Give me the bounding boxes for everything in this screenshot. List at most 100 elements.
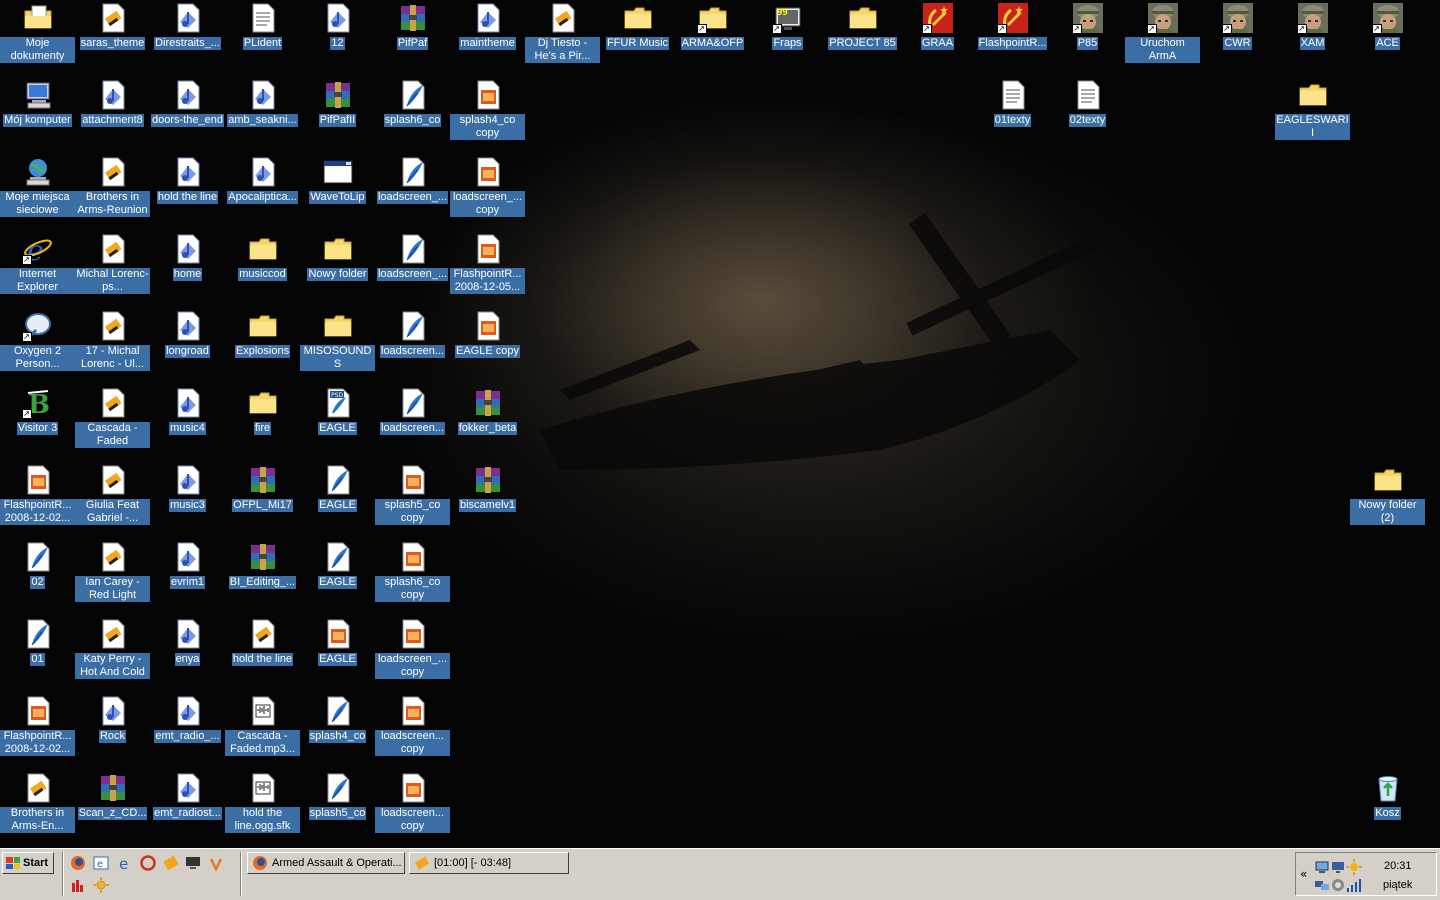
desktop-icon[interactable]: loadscreen... <box>375 308 450 382</box>
desktop-icon[interactable]: PifPaf <box>375 0 450 74</box>
chart-icon[interactable] <box>69 876 87 894</box>
desktop-icon[interactable]: FFUR Music <box>600 0 675 74</box>
desktop-icon[interactable]: home <box>150 231 225 305</box>
desktop-icon[interactable]: Michal Lorenc-ps... <box>75 231 150 305</box>
desktop-icon[interactable]: Brothers in Arms-En... <box>0 770 75 844</box>
desktop-icon[interactable]: splash6_co copy <box>375 539 450 613</box>
desktop-icon[interactable]: ↗ CWR <box>1200 0 1275 74</box>
desktop-icon[interactable]: saras_theme <box>75 0 150 74</box>
desktop-icon[interactable]: Katy Perry - Hot And Cold <box>75 616 150 690</box>
desktop-icon[interactable]: longroad <box>150 308 225 382</box>
desktop-icon[interactable]: attachment8 <box>75 77 150 151</box>
desktop-icon[interactable]: B ↗ Visitor 3 <box>0 385 75 459</box>
desktop-icon[interactable]: music4 <box>150 385 225 459</box>
desktop-icon[interactable]: EAGLE <box>300 539 375 613</box>
desktop-icon[interactable]: 02texty <box>1050 77 1125 151</box>
desktop-icon[interactable]: EAGLE copy <box>450 308 525 382</box>
security-icon[interactable] <box>1330 877 1346 893</box>
desktop-icon[interactable]: amb_seakni... <box>225 77 300 151</box>
desktop-icon[interactable]: loadscreen_... <box>375 154 450 228</box>
desktop-icon[interactable]: 99 ↗ Fraps <box>750 0 825 74</box>
desktop-icon[interactable]: ↗ Uruchom ArmA <box>1125 0 1200 74</box>
desktop-icon[interactable]: Mój komputer <box>0 77 75 151</box>
desktop-icon[interactable]: FlashpointR... 2008-12-05... <box>450 231 525 305</box>
desktop-icon[interactable]: PROJECT 85 <box>825 0 900 74</box>
desktop-icon[interactable]: 01 <box>0 616 75 690</box>
desktop-icon[interactable]: OFPL_Mi17 <box>225 462 300 536</box>
monitor-icon[interactable] <box>184 854 202 872</box>
desktop-icon[interactable]: PLident <box>225 0 300 74</box>
desktop-icon[interactable]: maintheme <box>450 0 525 74</box>
desktop-icon[interactable]: Cascada - Faded <box>75 385 150 459</box>
desktop-icon[interactable]: MISOSOUNDS <box>300 308 375 382</box>
network-icon[interactable] <box>1314 859 1330 875</box>
desktop-icon[interactable]: 17 - Michal Lorenc - Ul... <box>75 308 150 382</box>
display-icon[interactable] <box>1330 859 1346 875</box>
desktop-icon[interactable]: music3 <box>150 462 225 536</box>
desktop-icon[interactable]: PifPafII <box>300 77 375 151</box>
desktop-icon[interactable]: EAGLESWARII <box>1275 77 1350 151</box>
desktop-icon[interactable]: fire <box>225 385 300 459</box>
desktop-icon[interactable]: FlashpointR... 2008-12-02... <box>0 693 75 767</box>
signal-strength-icon[interactable] <box>1346 877 1362 893</box>
desktop-icon[interactable]: loadscreen... <box>375 385 450 459</box>
desktop-icon[interactable]: loadscreen_... copy <box>450 154 525 228</box>
desktop-icon[interactable]: fokker_beta <box>450 385 525 459</box>
desktop-icon[interactable]: ↗ Oxygen 2 Person... <box>0 308 75 382</box>
desktop-icon[interactable]: hold the line <box>225 616 300 690</box>
clock-time[interactable]: 20:31 <box>1384 860 1412 872</box>
desktop-icon[interactable]: loadscreen... copy <box>375 770 450 844</box>
start-button[interactable]: Start <box>2 852 54 874</box>
desktop-icon[interactable]: hold the line.ogg.sfk <box>225 770 300 844</box>
network-connections-icon[interactable] <box>1314 877 1330 893</box>
desktop-icon[interactable]: enya <box>150 616 225 690</box>
desktop-icon[interactable]: splash6_co <box>375 77 450 151</box>
ie-icon[interactable]: e <box>92 854 110 872</box>
desktop-icon[interactable]: splash5_co copy <box>375 462 450 536</box>
desktop-icon[interactable]: Giulia Feat Gabriel -... <box>75 462 150 536</box>
desktop-icon[interactable]: ↗ FlashpointR... <box>975 0 1050 74</box>
task-button-armed-assault[interactable]: Armed Assault & Operati... <box>247 852 405 874</box>
desktop[interactable]: Moje dokumenty saras_theme Direstraits_...… <box>0 0 1440 848</box>
desktop-icon[interactable]: Nowy folder <box>300 231 375 305</box>
desktop-icon[interactable]: evrim1 <box>150 539 225 613</box>
desktop-icon[interactable]: WaveToLip <box>300 154 375 228</box>
desktop-icon[interactable]: PSD EAGLE <box>300 385 375 459</box>
desktop-icon[interactable]: ↗ P85 <box>1050 0 1125 74</box>
desktop-icon[interactable]: Brothers in Arms-Reunion <box>75 154 150 228</box>
desktop-icon[interactable]: emt_radio_... <box>150 693 225 767</box>
winamp-icon[interactable] <box>207 854 225 872</box>
desktop-icon[interactable]: ↗ GRAA <box>900 0 975 74</box>
desktop-icon[interactable]: loadscreen_... copy <box>375 616 450 690</box>
desktop-icon[interactable]: musiccod <box>225 231 300 305</box>
desktop-icon[interactable]: splash5_co <box>300 770 375 844</box>
desktop-icon[interactable]: ↗ ARMA&OFP <box>675 0 750 74</box>
desktop-icon[interactable]: 01texty <box>975 77 1050 151</box>
desktop-icon[interactable]: doors-the_end <box>150 77 225 151</box>
desktop-icon[interactable]: 12 <box>300 0 375 74</box>
tray-expand-chevron[interactable]: « <box>1300 867 1307 881</box>
desktop-icon[interactable]: loadscreen... copy <box>375 693 450 767</box>
desktop-icon[interactable]: Apocaliptica... <box>225 154 300 228</box>
desktop-icon[interactable]: Nowy folder (2) <box>1350 462 1425 536</box>
desktop-icon[interactable]: Scan_z_CD... <box>75 770 150 844</box>
desktop-icon[interactable]: biscamelv1 <box>450 462 525 536</box>
desktop-icon[interactable]: Cascada - Faded.mp3... <box>225 693 300 767</box>
desktop-icon[interactable]: ↗ ACE <box>1350 0 1425 74</box>
desktop-icon[interactable]: splash4_co copy <box>450 77 525 151</box>
desktop-icon[interactable]: FlashpointR... 2008-12-02... <box>0 462 75 536</box>
opera-icon[interactable] <box>139 854 157 872</box>
desktop-icon[interactable]: Explosions <box>225 308 300 382</box>
desktop-icon[interactable]: Direstraits_... <box>150 0 225 74</box>
desktop-icon[interactable]: splash4_co <box>300 693 375 767</box>
task-button-player[interactable]: [01:00] [- 03:48] <box>409 852 569 874</box>
desktop-icon[interactable]: Kosz <box>1350 770 1425 844</box>
desktop-icon[interactable]: loadscreen_... <box>375 231 450 305</box>
ie-blue-icon[interactable]: e <box>116 854 134 872</box>
desktop-icon[interactable]: EAGLE <box>300 462 375 536</box>
sun-tray-icon[interactable] <box>1346 859 1362 875</box>
media-icon[interactable] <box>162 854 180 872</box>
desktop-icon[interactable]: Moje dokumenty <box>0 0 75 74</box>
sun-icon[interactable] <box>92 876 110 894</box>
desktop-icon[interactable]: Rock <box>75 693 150 767</box>
